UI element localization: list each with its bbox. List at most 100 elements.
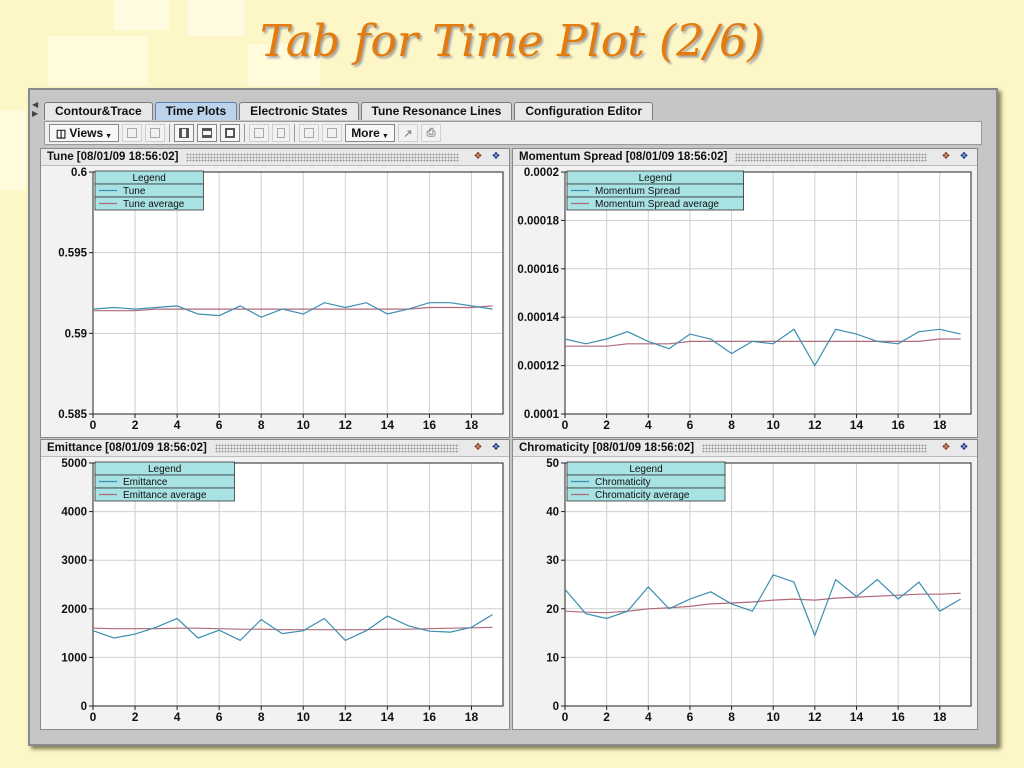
chevron-down-icon: ▼ [381, 132, 389, 140]
title-bar-grip [214, 443, 459, 453]
layout-rows-button[interactable] [197, 124, 217, 142]
window-button[interactable] [299, 124, 319, 142]
x-tick-label: 14 [850, 418, 864, 432]
chart-settings-icon[interactable]: ❖ [489, 151, 503, 163]
y-tick-label: 0.6 [71, 167, 87, 179]
chart-export-icon[interactable]: ❖ [939, 442, 953, 454]
x-tick-label: 0 [562, 418, 569, 432]
x-tick-label: 18 [465, 418, 479, 432]
x-tick-label: 14 [850, 710, 864, 724]
plot-panel-emittance: Emittance [08/01/09 18:56:02] ❖ ❖ 0 2 4 6 8 1… [40, 439, 510, 730]
x-tick-label: 4 [174, 418, 181, 432]
chart-settings-icon[interactable]: ❖ [957, 151, 971, 163]
plot-title-icons: ❖ ❖ [935, 151, 971, 163]
table-button[interactable] [322, 124, 342, 142]
plot-title-bar: Chromaticity [08/01/09 18:56:02] ❖ ❖ [513, 440, 977, 457]
plot-panel-chromaticity: Chromaticity [08/01/09 18:56:02] ❖ ❖ 0 2 4… [512, 439, 978, 730]
legend-entry: Emittance [123, 477, 168, 488]
toolbar-separator [244, 124, 245, 142]
grid-layout-icon [127, 128, 137, 138]
fit-button[interactable] [272, 124, 290, 142]
window-icon [304, 128, 314, 138]
title-bar-grip [186, 152, 459, 162]
x-tick-label: 2 [603, 418, 610, 432]
x-tick-label: 16 [891, 710, 905, 724]
print-icon: ⎙ [426, 126, 436, 139]
title-bar-grip [735, 152, 927, 162]
export-icon: ↗ [403, 127, 413, 140]
chart-export-icon[interactable]: ❖ [471, 442, 485, 454]
plot-title: Chromaticity [08/01/09 18:56:02] [519, 442, 695, 454]
y-tick-label: 0.0002 [524, 167, 559, 179]
chart-export-icon[interactable]: ❖ [471, 151, 485, 163]
x-tick-label: 18 [933, 710, 947, 724]
plot-title-bar: Emittance [08/01/09 18:56:02] ❖ ❖ [41, 440, 509, 457]
x-tick-label: 6 [216, 418, 223, 432]
plot-title-bar: Tune [08/01/09 18:56:02] ❖ ❖ [41, 149, 509, 166]
legend-entry: Chromaticity [595, 477, 651, 488]
print-button[interactable]: ⎙ [421, 124, 441, 142]
x-tick-label: 2 [603, 710, 610, 724]
legend-entry: Emittance average [123, 490, 207, 501]
x-tick-label: 12 [808, 710, 822, 724]
tab-time-plots[interactable]: Time Plots [154, 102, 238, 120]
x-tick-label: 16 [423, 710, 437, 724]
x-tick-label: 18 [465, 710, 479, 724]
y-tick-label: 0 [553, 701, 559, 713]
tab-electronic-states[interactable]: Electronic States [239, 102, 359, 120]
layout-tile-button[interactable] [145, 124, 165, 142]
toolbar: ◫ Views ▼ More ▼ ↗ ⎙ [44, 121, 982, 145]
fit-icon [277, 128, 285, 138]
x-tick-label: 8 [258, 710, 265, 724]
layout-quad-button[interactable] [220, 124, 240, 142]
x-tick-label: 10 [297, 418, 311, 432]
x-tick-label: 0 [90, 418, 97, 432]
y-tick-label: 5000 [61, 458, 87, 470]
more-label: More [351, 126, 380, 140]
y-tick-label: 0.00012 [517, 361, 559, 373]
quad-layout-icon [225, 128, 235, 138]
x-tick-label: 12 [808, 418, 822, 432]
y-tick-label: 4000 [61, 507, 87, 519]
y-tick-label: 50 [546, 458, 559, 470]
y-tick-label: 40 [546, 507, 559, 519]
layout-grid-button[interactable] [122, 124, 142, 142]
tab-configuration-editor[interactable]: Configuration Editor [514, 102, 653, 120]
layout-columns-button[interactable] [174, 124, 194, 142]
x-tick-label: 2 [132, 418, 139, 432]
x-tick-label: 14 [381, 418, 395, 432]
more-button[interactable]: More ▼ [345, 124, 395, 142]
legend-entry: Tune average [123, 199, 185, 210]
legend-title: Legend [629, 464, 662, 475]
export-button[interactable]: ↗ [398, 124, 418, 142]
plot-title-icons: ❖ ❖ [935, 442, 971, 454]
legend-entry: Chromaticity average [595, 490, 690, 501]
table-icon [327, 128, 337, 138]
y-tick-label: 1000 [61, 652, 87, 664]
plot-title: Momentum Spread [08/01/09 18:56:02] [519, 151, 728, 163]
x-tick-label: 4 [645, 418, 652, 432]
tab-contour-trace[interactable]: Contour&Trace [44, 102, 153, 120]
chevron-down-icon: ▼ [105, 132, 113, 140]
plot-panel-momentum-spread: Momentum Spread [08/01/09 18:56:02] ❖ ❖ … [512, 148, 978, 438]
y-tick-label: 0 [81, 701, 87, 713]
toolbar-separator [169, 124, 170, 142]
plot-title: Emittance [08/01/09 18:56:02] [47, 442, 207, 454]
tab-bar: Contour&Trace Time Plots Electronic Stat… [44, 100, 655, 120]
views-button[interactable]: ◫ Views ▼ [49, 124, 119, 142]
chart-settings-icon[interactable]: ❖ [489, 442, 503, 454]
chart-export-icon[interactable]: ❖ [939, 151, 953, 163]
y-tick-label: 0.00016 [517, 264, 559, 276]
chart-settings-icon[interactable]: ❖ [957, 442, 971, 454]
legend-entry: Momentum Spread [595, 186, 680, 197]
zoom-button[interactable] [249, 124, 269, 142]
plot-title-bar: Momentum Spread [08/01/09 18:56:02] ❖ ❖ [513, 149, 977, 166]
y-tick-label: 0.595 [58, 248, 87, 260]
toolbar-separator [294, 124, 295, 142]
tab-scroll-arrows-icon[interactable]: ◀ ▶ [32, 100, 38, 118]
x-tick-label: 18 [933, 418, 947, 432]
legend-entry: Momentum Spread average [595, 199, 719, 210]
y-tick-label: 10 [546, 652, 559, 664]
tab-tune-resonance-lines[interactable]: Tune Resonance Lines [360, 102, 513, 120]
chromaticity-chart: 0 2 4 6 8 10 12 14 16 18 0 10 20 30 40 50 Legend Chromati… [546, 458, 972, 724]
